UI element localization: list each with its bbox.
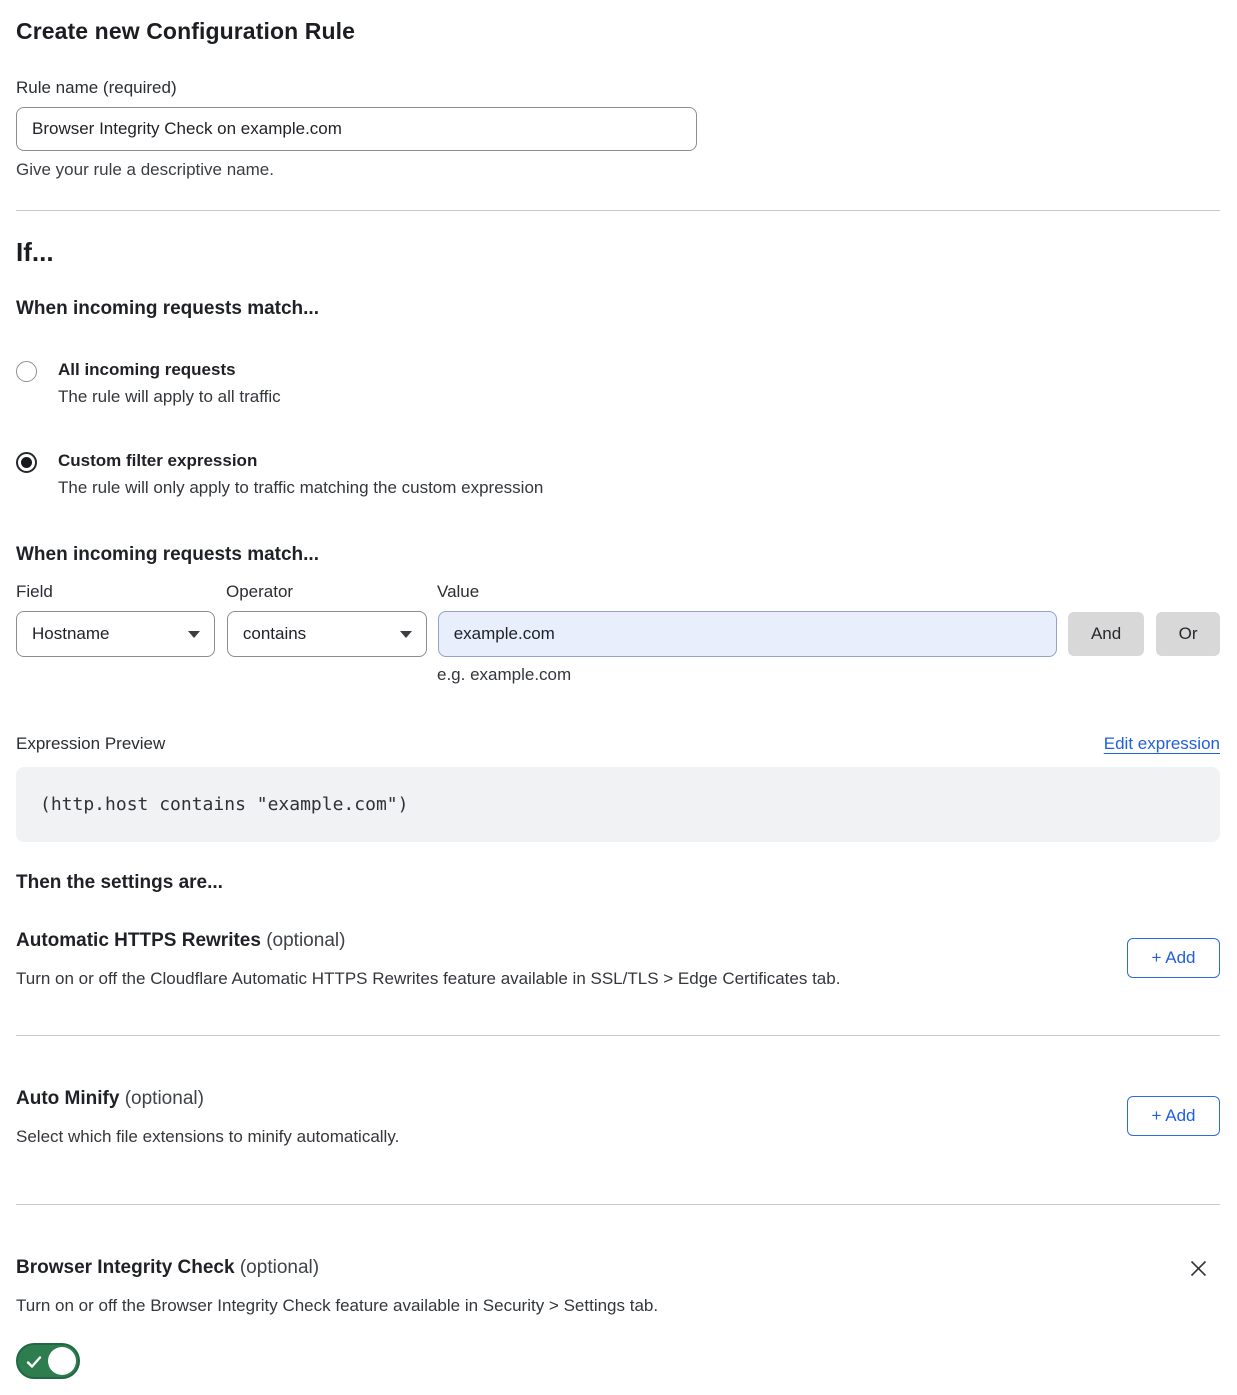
radio-label: Custom filter expression [58, 451, 543, 471]
if-heading: If... [16, 237, 1220, 268]
radio-option-custom-filter-expression[interactable]: Custom filter expression The rule will o… [16, 451, 1220, 498]
setting-title: Auto Minify (optional) [16, 1088, 399, 1110]
radio-description: The rule will apply to all traffic [58, 387, 281, 407]
operator-selected-value: contains [243, 624, 306, 644]
rule-name-input[interactable]: Browser Integrity Check on example.com [16, 107, 697, 151]
when-requests-match-heading: When incoming requests match... [16, 298, 1220, 320]
optional-tag: (optional) [266, 930, 345, 951]
rule-name-label: Rule name (required) [16, 78, 1220, 98]
expression-preview-code: (http.host contains "example.com") [16, 767, 1220, 842]
expression-builder-heading: When incoming requests match... [16, 544, 1220, 566]
setting-browser-integrity-check: Browser Integrity Check (optional) [16, 1257, 1220, 1279]
add-automatic-https-rewrites-button[interactable]: + Add [1127, 938, 1220, 978]
section-divider [16, 1204, 1220, 1205]
setting-title: Browser Integrity Check (optional) [16, 1257, 319, 1279]
value-help-text: e.g. example.com [437, 665, 1220, 685]
chevron-down-icon [400, 631, 412, 638]
rule-name-value: Browser Integrity Check on example.com [32, 119, 342, 139]
chevron-down-icon [188, 631, 200, 638]
optional-tag: (optional) [240, 1257, 319, 1278]
section-divider [16, 1035, 1220, 1036]
field-select[interactable]: Hostname [16, 611, 215, 657]
expression-preview-header: Expression Preview Edit expression [16, 734, 1220, 754]
check-icon [26, 1354, 42, 1370]
then-settings-heading: Then the settings are... [16, 872, 1220, 894]
setting-auto-minify: Auto Minify (optional) Select which file… [16, 1088, 1220, 1147]
value-input[interactable]: example.com [438, 611, 1057, 657]
expression-builder-labels: Field Operator Value [16, 582, 1220, 602]
setting-automatic-https-rewrites: Automatic HTTPS Rewrites (optional) Turn… [16, 930, 1220, 989]
close-icon[interactable] [1189, 1259, 1208, 1278]
value-input-text: example.com [454, 624, 555, 644]
radio-selected-icon[interactable] [16, 452, 37, 473]
setting-description: Select which file extensions to minify a… [16, 1127, 399, 1147]
radio-unselected-icon[interactable] [16, 361, 37, 382]
radio-label: All incoming requests [58, 360, 281, 380]
create-configuration-rule-form: Create new Configuration Rule Rule name … [0, 0, 1237, 1395]
radio-option-all-incoming-requests[interactable]: All incoming requests The rule will appl… [16, 360, 1220, 407]
setting-description: Turn on or off the Browser Integrity Che… [16, 1296, 1220, 1316]
expression-preview-label: Expression Preview [16, 734, 165, 754]
section-divider [16, 210, 1220, 211]
expression-builder-controls: Hostname contains example.com And Or [16, 611, 1220, 657]
setting-title: Automatic HTTPS Rewrites (optional) [16, 930, 840, 952]
field-label: Field [16, 582, 226, 602]
page-title: Create new Configuration Rule [16, 18, 1220, 45]
setting-description: Turn on or off the Cloudflare Automatic … [16, 969, 840, 989]
rule-name-help: Give your rule a descriptive name. [16, 160, 1220, 180]
optional-tag: (optional) [125, 1088, 204, 1109]
add-auto-minify-button[interactable]: + Add [1127, 1096, 1220, 1136]
operator-select[interactable]: contains [227, 611, 427, 657]
and-button[interactable]: And [1068, 612, 1144, 656]
browser-integrity-check-toggle[interactable] [16, 1343, 80, 1379]
field-selected-value: Hostname [32, 624, 109, 644]
toggle-knob[interactable] [48, 1347, 76, 1375]
operator-label: Operator [226, 582, 437, 602]
edit-expression-link[interactable]: Edit expression [1104, 734, 1220, 754]
radio-description: The rule will only apply to traffic matc… [58, 478, 543, 498]
or-button[interactable]: Or [1156, 612, 1220, 656]
expression-code-text: (http.host contains "example.com") [40, 794, 408, 815]
value-label: Value [437, 582, 479, 602]
